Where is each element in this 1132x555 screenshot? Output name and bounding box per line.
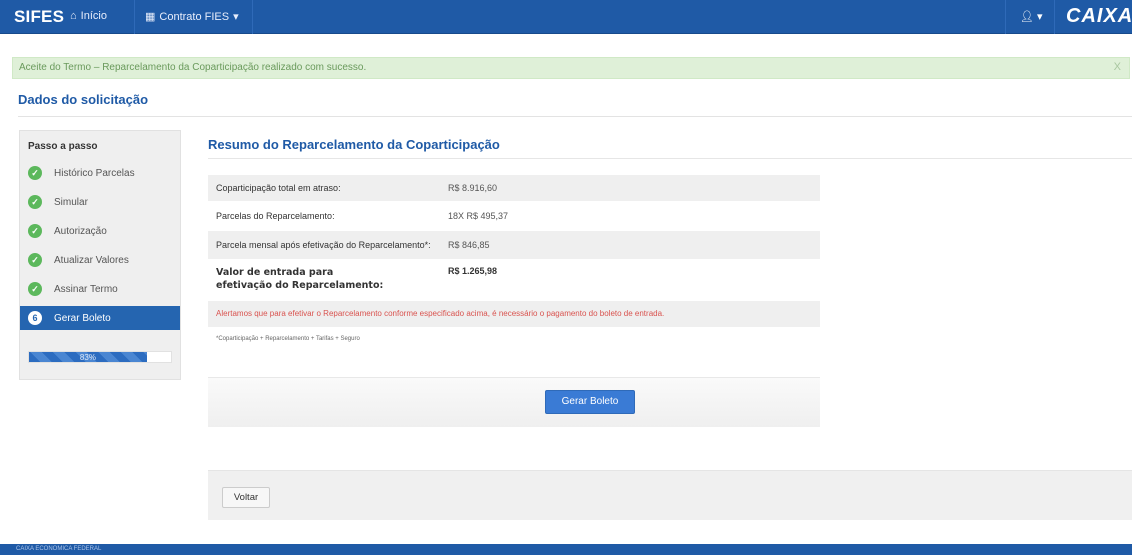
step-label: Assinar Termo	[54, 283, 118, 295]
nav-divider	[252, 0, 253, 34]
user-menu[interactable]: 👤︎ ▾	[1020, 10, 1043, 23]
row-label: Coparticipação total em atraso:	[216, 183, 341, 193]
caret-down-icon: ▾	[1036, 11, 1043, 23]
nav-home-label: Início	[80, 10, 107, 22]
nav-divider	[1005, 0, 1006, 34]
step-autorizacao[interactable]: ✓ Autorização	[20, 219, 180, 243]
row-label: Parcelas do Reparcelamento:	[216, 211, 335, 221]
divider	[18, 116, 1132, 117]
user-icon: 👤︎	[1020, 11, 1034, 23]
footer-text: CAIXA ECONOMICA FEDERAL	[16, 546, 102, 552]
back-button[interactable]: Voltar	[222, 487, 270, 508]
summary-row: Parcela mensal após efetivação do Reparc…	[208, 231, 820, 259]
step-simular[interactable]: ✓ Simular	[20, 190, 180, 214]
caixa-logo: CAIXA	[1066, 5, 1132, 27]
progress-fill: 83%	[29, 352, 147, 362]
summary-row: Coparticipação total em atraso: R$ 8.916…	[208, 175, 820, 201]
back-panel: Voltar	[208, 470, 1132, 520]
close-icon[interactable]: X	[1114, 61, 1121, 73]
step-assinar-termo[interactable]: ✓ Assinar Termo	[20, 277, 180, 301]
check-icon: ✓	[28, 282, 42, 296]
step-gerar-boleto[interactable]: 6 Gerar Boleto	[20, 306, 180, 330]
caret-down-icon: ▾	[233, 11, 239, 23]
step-label: Atualizar Valores	[54, 254, 129, 266]
check-icon: ✓	[28, 195, 42, 209]
nav-divider	[1054, 0, 1055, 34]
top-navbar: SIFES ⌂ Início ▦ Contrato FIES ▾ 👤︎ ▾ CA…	[0, 0, 1132, 34]
row-label: Valor de entrada para efetivação do Repa…	[216, 267, 384, 291]
nav-contract-dropdown[interactable]: ▦ Contrato FIES ▾	[145, 10, 239, 24]
step-atualizar-valores[interactable]: ✓ Atualizar Valores	[20, 248, 180, 272]
nav-divider	[134, 0, 135, 34]
step-label: Simular	[54, 196, 88, 208]
check-icon: ✓	[28, 253, 42, 267]
step-sidebar: Passo a passo ✓ Histórico Parcelas ✓ Sim…	[19, 130, 181, 380]
footnote: *Coparticipação + Reparcelamento + Tarif…	[216, 336, 360, 342]
row-value: R$ 1.265,98	[448, 266, 498, 276]
summary-table: Coparticipação total em atraso: R$ 8.916…	[208, 175, 820, 351]
brand-label[interactable]: SIFES	[14, 7, 64, 27]
sidebar-header: Passo a passo	[28, 141, 98, 152]
success-alert: Aceite do Termo – Reparcelamento da Copa…	[12, 57, 1130, 79]
summary-row: Valor de entrada para efetivação do Repa…	[208, 259, 820, 301]
row-value: R$ 846,85	[448, 240, 490, 250]
warning-message: Alertamos que para efetivar o Reparcelam…	[208, 301, 820, 327]
nav-contract-label: Contrato FIES	[159, 10, 230, 23]
summary-row: Parcelas do Reparcelamento: 18X R$ 495,3…	[208, 201, 820, 231]
footer-bar: CAIXA ECONOMICA FEDERAL	[0, 544, 1132, 555]
step-label: Gerar Boleto	[54, 312, 111, 324]
nav-home[interactable]: ⌂ Início	[70, 10, 107, 22]
step-historico-parcelas[interactable]: ✓ Histórico Parcelas	[20, 161, 180, 185]
generate-boleto-button[interactable]: Gerar Boleto	[545, 390, 635, 414]
home-icon: ⌂	[70, 10, 77, 22]
row-label: Parcela mensal após efetivação do Reparc…	[216, 240, 431, 250]
step-label: Histórico Parcelas	[54, 167, 135, 179]
check-icon: ✓	[28, 166, 42, 180]
row-value: 18X R$ 495,37	[448, 211, 509, 221]
row-value: R$ 8.916,60	[448, 183, 498, 193]
progress-bar: 83%	[28, 351, 172, 363]
page-title: Dados do solicitação	[18, 92, 149, 107]
divider	[208, 158, 1132, 159]
action-panel: Gerar Boleto	[208, 377, 820, 427]
alert-message: Aceite do Termo – Reparcelamento da Copa…	[19, 62, 367, 73]
step-label: Autorização	[54, 225, 107, 237]
check-icon: ✓	[28, 224, 42, 238]
section-title: Resumo do Reparcelamento da Coparticipaç…	[208, 137, 500, 152]
grid-icon: ▦	[145, 11, 156, 23]
step-number-badge: 6	[28, 311, 42, 325]
